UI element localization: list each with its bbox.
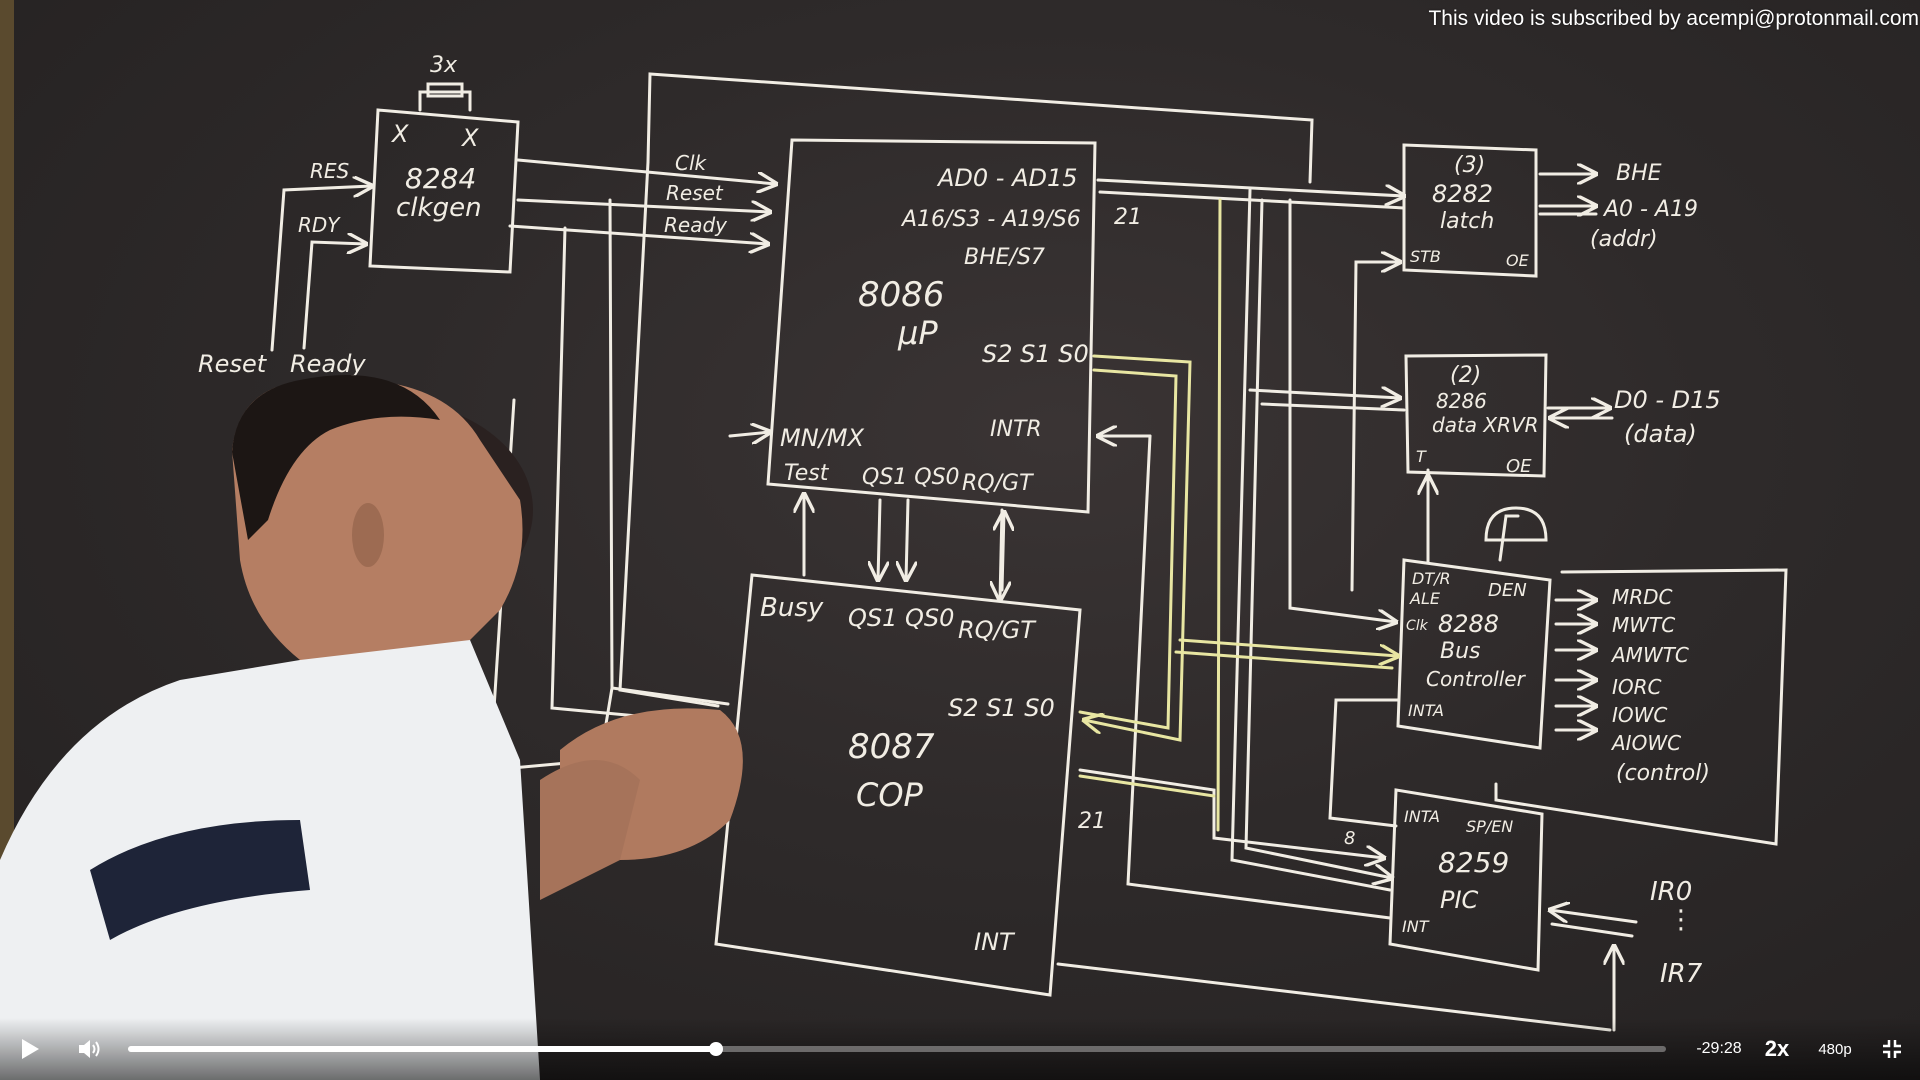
xcvr-name: data XRVR (1432, 413, 1539, 437)
volume-icon (79, 1040, 100, 1058)
control-label: (control) (1616, 761, 1710, 786)
cpu-rqgt-label: RQ/GT (962, 471, 1034, 496)
time-remaining: -29:28 (1696, 1040, 1742, 1057)
pic-name: PIC (1440, 886, 1479, 914)
crystal-label: 3x (430, 53, 458, 78)
ready-input-label: Ready (290, 350, 366, 378)
ctrl-iorc-label: IORC (1612, 675, 1662, 699)
reset-line-label: Reset (666, 181, 724, 205)
cpu-intr-label: INTR (990, 417, 1042, 442)
latch-count: (3) (1454, 153, 1485, 178)
bc-clk-label: Clk (1406, 618, 1429, 634)
cpu-status-label: S2 S1 S0 (982, 340, 1089, 368)
video-frame[interactable]: 3x X X 8284 clkgen RES RDY Reset Ready C… (0, 0, 1920, 1080)
clk-line-label: Clk (675, 151, 708, 175)
volume-button[interactable] (70, 1018, 110, 1080)
cop-number: 8087 (848, 727, 935, 767)
ctrl-amwtc-label: AMWTC (1610, 643, 1689, 667)
pic-inta-label: INTA (1404, 807, 1440, 826)
clk-x2-label: X (460, 124, 479, 152)
ir0-label: IR0 (1650, 877, 1692, 907)
progress-scrubber[interactable] (708, 1042, 723, 1056)
bc-dtr-label: DT/R (1412, 569, 1451, 588)
cop-name: COP (856, 776, 924, 814)
cpu-bus-width-label: 21 (1114, 205, 1142, 230)
ir-ellipsis: ⋮ (1668, 905, 1694, 935)
bc-inta-label: INTA (1408, 701, 1444, 720)
latch-name: latch (1440, 209, 1494, 234)
video-controls-bar: -29:28 2x 480p (0, 1018, 1920, 1080)
cpu-ad-label: AD0 - AD15 (936, 164, 1078, 192)
cop-rqgt-label: RQ/GT (958, 616, 1037, 644)
exit-fullscreen-icon (1883, 1040, 1901, 1058)
ir7-label: IR7 (1660, 959, 1703, 989)
play-icon (22, 1039, 39, 1059)
cpu-bhe-label: BHE/S7 (964, 245, 1045, 270)
cop-qs-label: QS1 QS0 (848, 604, 954, 632)
ctrl-aiowc-label: AIOWC (1610, 731, 1681, 755)
reset-input-label: Reset (198, 350, 268, 378)
progress-fill (128, 1046, 716, 1052)
xcvr-t-label: T (1416, 447, 1427, 466)
latch-number: 8282 (1432, 180, 1493, 208)
progress-bar[interactable] (128, 1042, 1666, 1056)
exit-fullscreen-button[interactable] (1872, 1018, 1912, 1080)
clkgen-number: 8284 (405, 162, 476, 195)
res-label: RES (310, 159, 350, 183)
cop-bus-width-label: 21 (1078, 809, 1106, 834)
blackboard-diagram: 3x X X 8284 clkgen RES RDY Reset Ready C… (0, 0, 1788, 1080)
bc-bus-label: Bus (1440, 639, 1481, 664)
pic-bus-width-label: 8 (1344, 828, 1355, 849)
cpu-test-label: Test (784, 461, 830, 486)
bc-ale-label: ALE (1409, 589, 1441, 608)
clk-x1-label: X (390, 120, 409, 148)
subscription-watermark: This video is subscribed by acempi@proto… (1428, 7, 1919, 30)
cop-int-label: INT (974, 928, 1016, 956)
address-output-label: A0 - A19 (1602, 197, 1698, 222)
ctrl-mwtc-label: MWTC (1612, 613, 1675, 637)
cop-busy-label: Busy (760, 593, 824, 623)
ctrl-iowc-label: IOWC (1612, 703, 1667, 727)
xcvr-number: 8286 (1436, 389, 1487, 413)
pic-number: 8259 (1438, 846, 1509, 879)
bc-den-label: DEN (1488, 580, 1527, 601)
latch-oe-label: OE (1506, 251, 1530, 270)
cpu-number: 8086 (858, 275, 945, 315)
data-label: (data) (1624, 420, 1697, 448)
latch-stb-label: STB (1410, 247, 1441, 266)
ctrl-mrdc-label: MRDC (1612, 585, 1673, 609)
address-label: (addr) (1590, 227, 1658, 252)
bc-controller-label: Controller (1426, 667, 1527, 691)
bhe-output-label: BHE (1616, 161, 1662, 186)
cpu-a16-label: A16/S3 - A19/S6 (900, 207, 1081, 232)
play-button[interactable] (12, 1018, 48, 1080)
playback-speed-button[interactable]: 2x (1757, 1018, 1797, 1080)
rdy-label: RDY (298, 213, 341, 237)
cpu-up-label: µP (897, 314, 938, 352)
cpu-qs-label: QS1 QS0 (862, 465, 960, 490)
xcvr-oe-label: OE (1506, 456, 1532, 477)
pic-spen-label: SP/EN (1466, 817, 1513, 836)
cpu-mnmx-label: MN/MX (780, 424, 864, 452)
pic-int-label: INT (1402, 917, 1430, 936)
cop-status-label: S2 S1 S0 (948, 694, 1055, 722)
clkgen-name: clkgen (396, 193, 482, 223)
bc-number: 8288 (1438, 610, 1499, 638)
quality-button[interactable]: 480p (1810, 1018, 1860, 1080)
data-output-label: D0 - D15 (1614, 386, 1721, 414)
xcvr-count: (2) (1450, 363, 1481, 388)
ready-line-label: Ready (664, 213, 728, 237)
